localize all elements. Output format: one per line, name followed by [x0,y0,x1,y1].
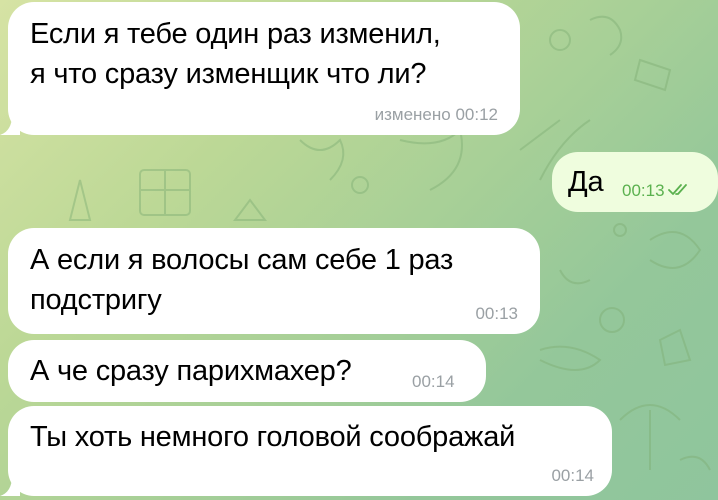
message-time: 00:13 [622,181,692,201]
chat-area[interactable]: Если я тебе один раз изменил, я что сраз… [0,0,718,500]
bubble-tail-icon [0,115,20,135]
message-time: 00:14 [551,466,594,485]
double-check-icon [667,184,687,195]
message-bubble-2[interactable]: Да 00:13 [552,152,718,212]
message-bubble-4[interactable]: А че сразу парихмахер? 00:14 [8,340,486,402]
message-time: 00:14 [412,372,455,391]
message-text: А если я волосы сам себе 1 раз [30,244,454,276]
message-time: 00:13 [475,304,518,323]
message-text: А че сразу парихмахер? [30,355,352,387]
bubble-tail-icon [0,476,20,496]
message-text: Ты хоть немного головой соображай [30,421,516,453]
message-text: подстригу [30,284,162,316]
message-edited-time: изменено 00:12 [374,105,498,124]
message-bubble-1[interactable]: Если я тебе один раз изменил, я что сраз… [0,2,520,135]
message-text: я что сразу изменщик что ли? [30,58,427,90]
message-text: Если я тебе один раз изменил, [30,18,441,50]
message-bubble-5[interactable]: Ты хоть немного головой соображай 00:14 [0,406,612,496]
message-time-text: 00:13 [622,181,665,200]
message-bubble-3[interactable]: А если я волосы сам себе 1 раз подстригу… [8,228,540,334]
